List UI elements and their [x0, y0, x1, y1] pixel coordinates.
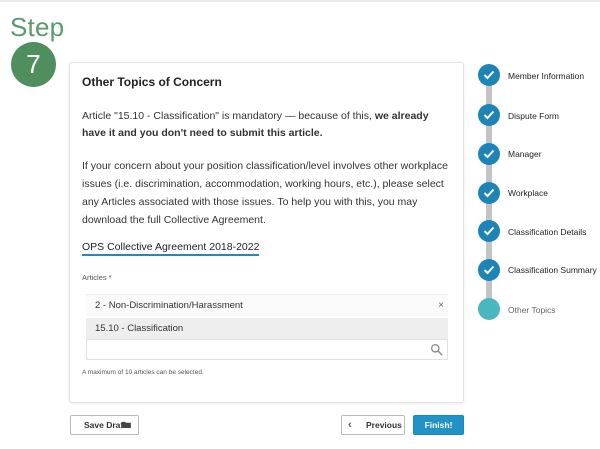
check-icon [478, 64, 500, 86]
chevron-left-icon: ‹ [348, 419, 352, 431]
step-label: Step [10, 12, 65, 42]
folder-icon [122, 421, 131, 428]
finish-button[interactable]: Finish! [413, 415, 464, 435]
save-draft-label: Save Draft [84, 420, 127, 430]
selected-article: 2 - Non-Discrimination/Harassment × [86, 294, 448, 316]
progress-stepper: Member Information Dispute Form Manager … [475, 64, 600, 324]
stepper-item-manager[interactable]: Manager [508, 149, 542, 159]
step-number-badge: 7 [11, 42, 56, 87]
max-articles-help: A maximum of 10 articles can be selected… [82, 369, 204, 376]
search-icon [430, 343, 443, 356]
stepper-item-classification-summary[interactable]: Classification Summary [508, 265, 597, 275]
mandatory-article-note: Article "15.10 - Classification" is mand… [82, 108, 454, 141]
check-icon [478, 220, 500, 242]
save-draft-button[interactable]: Save Draft [70, 415, 139, 435]
stepper-item-classification-details[interactable]: Classification Details [508, 227, 586, 237]
check-icon [478, 143, 500, 165]
stepper-item-other-topics: Other Topics [508, 305, 556, 315]
selected-article-label: 15.10 - Classification [95, 323, 184, 334]
remove-article-icon[interactable]: × [438, 295, 444, 317]
article-search-input[interactable] [86, 339, 448, 360]
card-title: Other Topics of Concern [82, 75, 222, 89]
top-divider [0, 0, 600, 2]
instructions-text: If your concern about your position clas… [82, 160, 448, 226]
selected-article-label: 2 - Non-Discrimination/Harassment [95, 300, 243, 311]
articles-field-label: Articles * [82, 273, 112, 282]
check-icon [478, 104, 500, 126]
check-icon [478, 182, 500, 204]
previous-label: Previous [366, 420, 402, 430]
mandatory-note-text: Article "15.10 - Classification" is mand… [82, 110, 375, 122]
form-card: Other Topics of Concern Article "15.10 -… [69, 62, 464, 403]
stepper-item-dispute-form[interactable]: Dispute Form [508, 111, 559, 121]
stepper-item-workplace[interactable]: Workplace [508, 188, 548, 198]
collective-agreement-link[interactable]: OPS Collective Agreement 2018-2022 [82, 241, 260, 256]
selected-article: 15.10 - Classification [86, 318, 448, 340]
current-step-indicator [478, 298, 500, 320]
previous-button[interactable]: ‹ Previous [341, 415, 405, 435]
stepper-item-member-information[interactable]: Member Information [508, 71, 584, 81]
check-icon [478, 259, 500, 281]
